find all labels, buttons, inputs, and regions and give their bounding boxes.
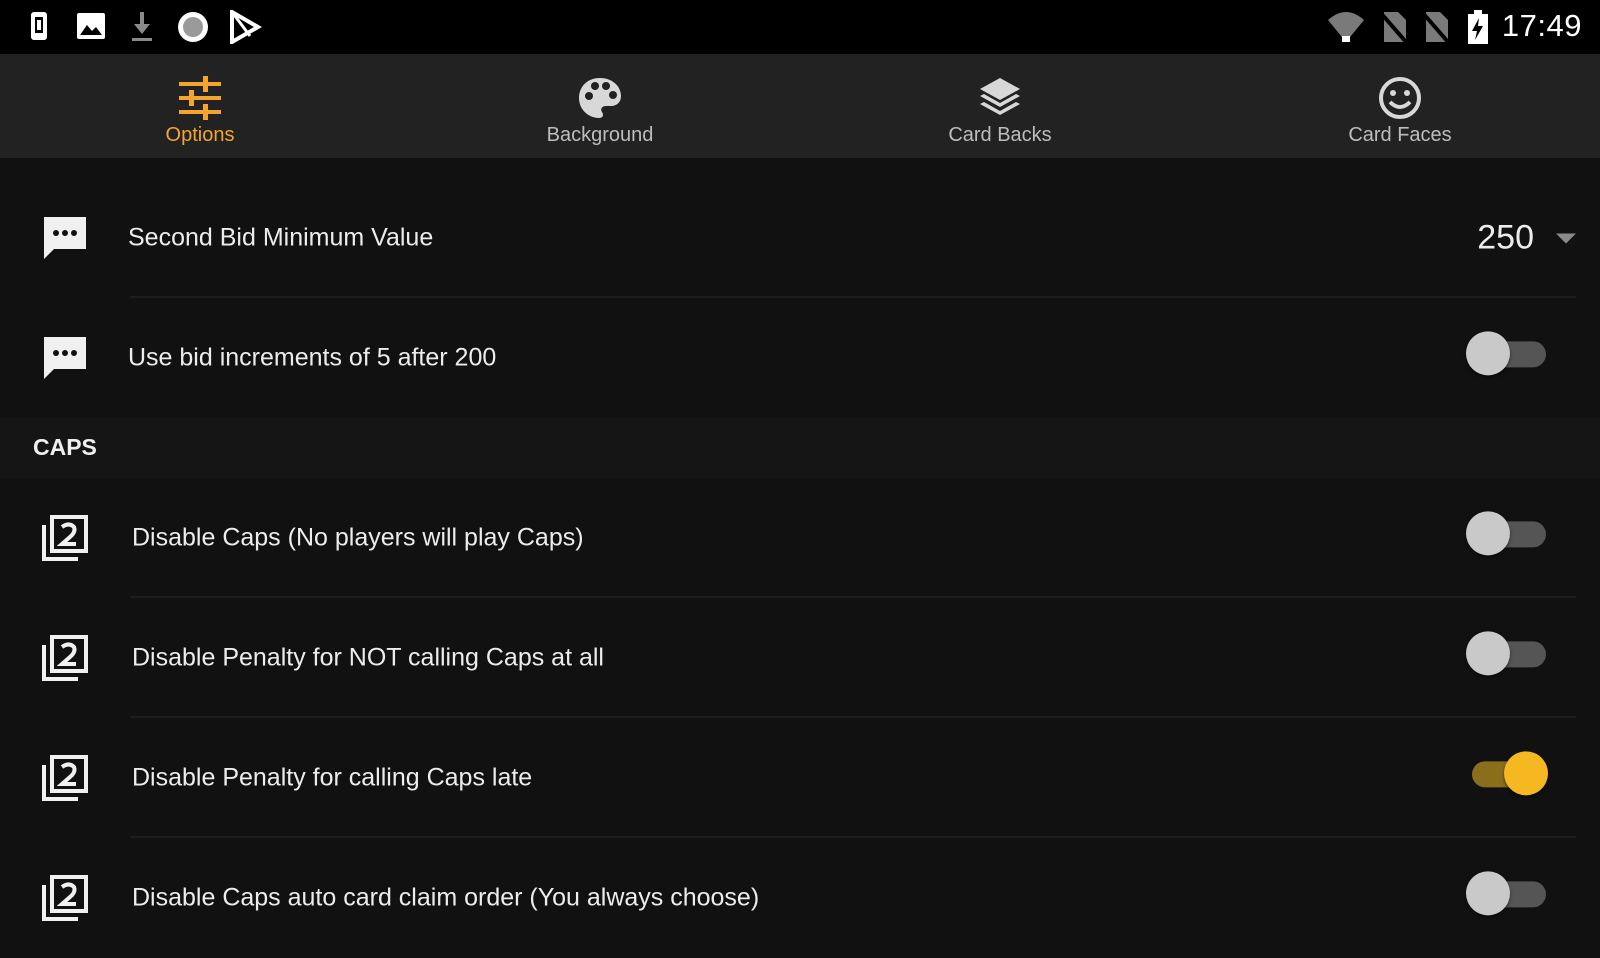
section-title: CAPS xyxy=(33,434,97,460)
disable-penalty-not-calling-toggle[interactable] xyxy=(1466,631,1548,677)
no-sim-icon xyxy=(1378,10,1408,44)
smiley-icon xyxy=(1379,77,1421,119)
layers-icon xyxy=(980,78,1020,115)
image-icon xyxy=(77,13,105,39)
section-header-caps: CAPS xyxy=(0,418,1600,478)
no-sim-icon xyxy=(1420,10,1450,44)
wifi-icon xyxy=(1328,12,1364,42)
sliders-icon xyxy=(179,76,221,120)
setting-label: Disable Penalty for calling Caps late xyxy=(132,763,533,792)
status-bar: 17:49 xyxy=(0,0,1600,54)
setting-label: Disable Penalty for NOT calling Caps at … xyxy=(132,643,604,672)
chat-icon xyxy=(44,337,86,379)
setting-label: Disable Caps (No players will play Caps) xyxy=(132,523,584,552)
setting-label: Second Bid Minimum Value xyxy=(128,223,434,252)
tab-options[interactable]: Options xyxy=(0,54,400,158)
download-icon xyxy=(132,12,152,41)
tab-label: Card Faces xyxy=(1348,124,1452,146)
toggle-knob xyxy=(1466,511,1510,556)
setting-label: Disable Caps auto card claim order (You … xyxy=(132,883,760,912)
toggle-knob xyxy=(1466,331,1510,376)
tab-background[interactable]: Background xyxy=(400,54,800,158)
circle-icon xyxy=(178,12,208,42)
setting-disable-auto-claim[interactable]: Disable Caps auto card claim order (You … xyxy=(0,838,1600,958)
setting-bid-increments[interactable]: Use bid increments of 5 after 200 xyxy=(0,298,1600,418)
play-store-icon xyxy=(230,10,262,44)
disable-caps-toggle[interactable] xyxy=(1466,511,1548,557)
palette-icon xyxy=(579,78,621,118)
toggle-knob xyxy=(1466,631,1510,676)
setting-disable-caps[interactable]: Disable Caps (No players will play Caps) xyxy=(0,478,1600,598)
chevron-down-icon xyxy=(1556,233,1576,243)
setting-disable-penalty-late[interactable]: Disable Penalty for calling Caps late xyxy=(0,718,1600,838)
cards-two-icon xyxy=(42,635,88,681)
cards-two-icon xyxy=(42,755,88,801)
setting-label: Use bid increments of 5 after 200 xyxy=(128,343,497,372)
disable-penalty-late-toggle[interactable] xyxy=(1466,751,1548,797)
toggle-knob xyxy=(1466,871,1510,916)
tab-bar: Options Background Card Backs Card Faces xyxy=(0,54,1600,158)
clock: 17:49 xyxy=(1501,8,1582,43)
cards-two-icon xyxy=(42,875,88,921)
dropdown-value: 250 xyxy=(1477,218,1534,257)
toggle-knob xyxy=(1504,751,1548,796)
setting-second-bid[interactable]: Second Bid Minimum Value 250 xyxy=(0,178,1600,298)
second-bid-dropdown[interactable]: 250 xyxy=(1477,219,1576,258)
sim-icon xyxy=(31,12,47,40)
cards-two-icon xyxy=(42,515,88,561)
disable-auto-claim-toggle[interactable] xyxy=(1466,871,1548,917)
setting-disable-penalty-not-calling[interactable]: Disable Penalty for NOT calling Caps at … xyxy=(0,598,1600,718)
tab-label: Card Backs xyxy=(948,124,1052,146)
bid-increments-toggle[interactable] xyxy=(1466,331,1548,377)
chat-icon xyxy=(44,217,86,259)
tab-label: Options xyxy=(165,124,235,146)
tab-label: Background xyxy=(546,124,654,146)
settings-list: Second Bid Minimum Value 250 Use bid inc… xyxy=(0,178,1600,958)
tab-card-backs[interactable]: Card Backs xyxy=(800,54,1200,158)
battery-icon xyxy=(1468,10,1488,44)
tab-card-faces[interactable]: Card Faces xyxy=(1200,54,1600,158)
